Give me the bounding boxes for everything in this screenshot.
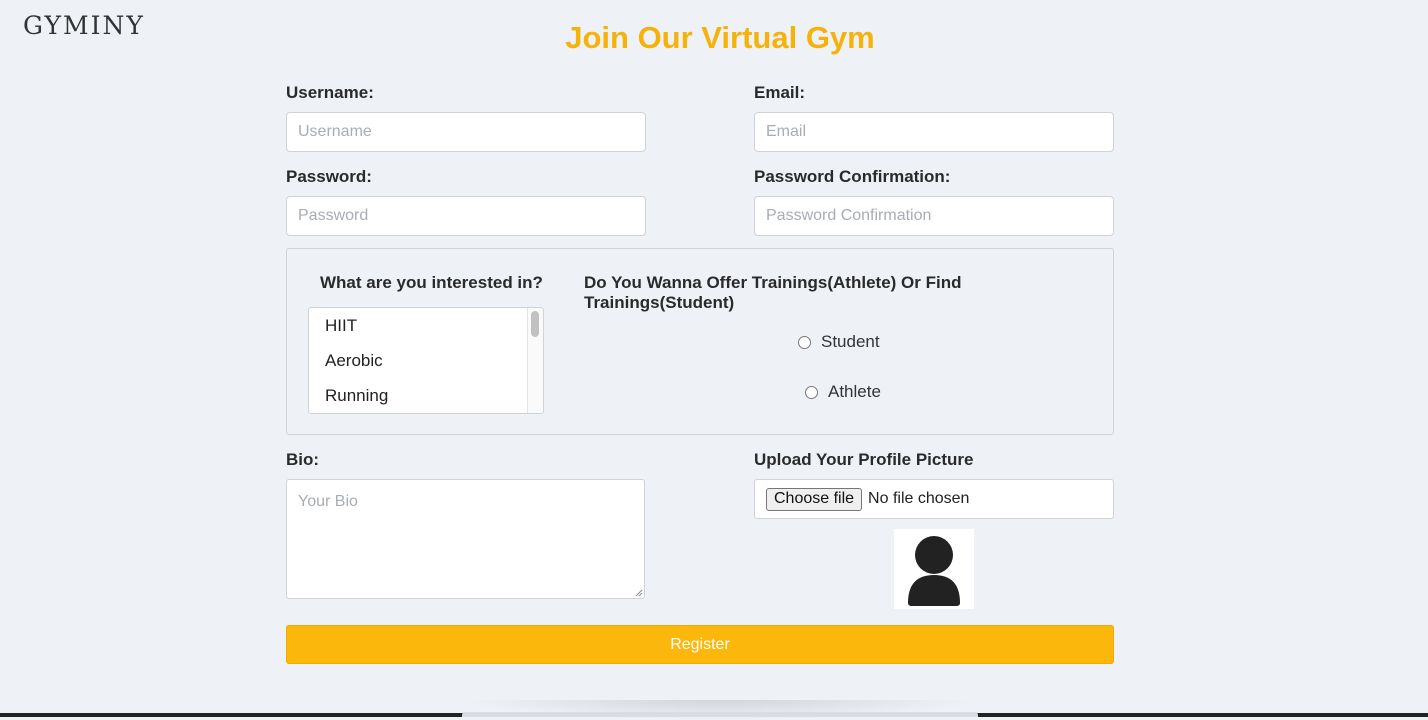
profile-picture-file-input[interactable]: Choose file No file chosen xyxy=(754,479,1114,519)
email-input[interactable] xyxy=(754,112,1114,152)
bottom-shadow xyxy=(460,700,980,720)
athlete-radio-label[interactable]: Athlete xyxy=(828,382,881,402)
user-avatar-icon xyxy=(908,536,960,606)
avatar-preview xyxy=(894,529,974,609)
interest-option-hiit[interactable]: HIIT xyxy=(325,316,357,336)
student-radio-label[interactable]: Student xyxy=(821,332,880,352)
register-button[interactable]: Register xyxy=(286,625,1114,664)
page-title: Join Our Virtual Gym xyxy=(565,20,875,55)
bio-textarea[interactable] xyxy=(286,479,645,599)
role-option-athlete[interactable]: Athlete xyxy=(805,382,881,402)
password-input[interactable] xyxy=(286,196,646,236)
interests-label: What are you interested in? xyxy=(320,273,543,292)
role-label: Do You Wanna Offer Trainings(Athlete) Or… xyxy=(584,273,962,312)
password-label: Password: xyxy=(286,167,372,186)
password-confirmation-label: Password Confirmation: xyxy=(754,167,951,186)
username-input[interactable] xyxy=(286,112,646,152)
student-radio[interactable] xyxy=(798,335,811,349)
bottom-scroll-pill xyxy=(462,712,978,717)
listbox-scrollbar[interactable] xyxy=(527,308,543,413)
username-label: Username: xyxy=(286,83,374,102)
interest-option-aerobic[interactable]: Aerobic xyxy=(325,351,383,371)
bio-label: Bio: xyxy=(286,450,320,469)
password-confirmation-input[interactable] xyxy=(754,196,1114,236)
interest-option-running[interactable]: Running xyxy=(325,386,388,406)
role-option-student[interactable]: Student xyxy=(798,332,880,352)
upload-label: Upload Your Profile Picture xyxy=(754,450,974,469)
file-status: No file chosen xyxy=(868,490,970,507)
athlete-radio[interactable] xyxy=(805,385,818,399)
resize-grip-icon[interactable] xyxy=(635,589,643,597)
email-label: Email: xyxy=(754,83,806,102)
preferences-panel: What are you interested in? HIIT Aerobic… xyxy=(286,248,1114,435)
choose-file-button[interactable]: Choose file xyxy=(766,487,863,511)
interests-listbox[interactable]: HIIT Aerobic Running xyxy=(308,307,544,414)
listbox-scroll-thumb[interactable] xyxy=(531,311,539,337)
